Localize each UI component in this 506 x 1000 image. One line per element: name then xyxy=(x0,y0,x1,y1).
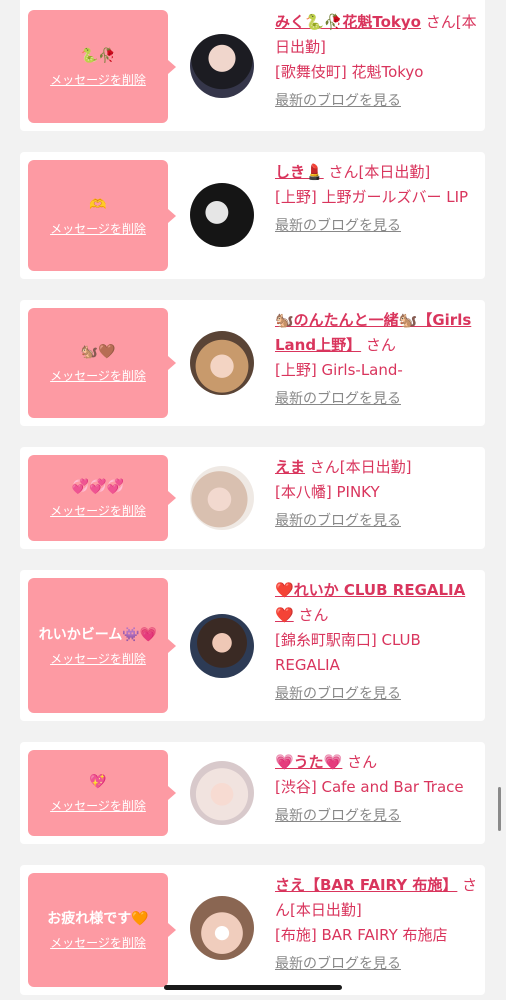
latest-blog-link[interactable]: 最新のブログを見る xyxy=(275,389,480,409)
delete-message-link[interactable]: メッセージを削除 xyxy=(50,651,146,667)
message-text: 🐿️🤎 xyxy=(80,344,116,360)
message-bubble: 💖 メッセージを削除 xyxy=(28,750,176,836)
message-text: 💖 xyxy=(89,774,107,790)
cast-name-link[interactable]: みく🐍🥀花魁Tokyo xyxy=(275,13,421,31)
cast-name-link[interactable]: 💗うた💗 xyxy=(275,753,342,771)
message-card: 💞💞💞 メッセージを削除 えま さん[本日出勤] [本八幡] PINKY 最新の… xyxy=(20,447,485,549)
cast-name-link[interactable]: しき💄 xyxy=(275,163,324,181)
avatar[interactable] xyxy=(190,466,254,530)
message-text: 💞💞💞 xyxy=(71,479,125,495)
message-card: 🐍🥀 メッセージを削除 みく🐍🥀花魁Tokyo さん[本日出勤] [歌舞伎町] … xyxy=(20,0,485,131)
latest-blog-link[interactable]: 最新のブログを見る xyxy=(275,954,480,974)
latest-blog-link[interactable]: 最新のブログを見る xyxy=(275,511,480,531)
message-bubble: れいかビーム👾💗 メッセージを削除 xyxy=(28,578,176,713)
avatar[interactable] xyxy=(190,761,254,825)
latest-blog-link[interactable]: 最新のブログを見る xyxy=(275,684,480,704)
message-text: 🐍🥀 xyxy=(80,47,116,64)
message-bubble: 🐍🥀 メッセージを削除 xyxy=(28,10,176,123)
shop-name: [渋谷] Cafe and Bar Trace xyxy=(275,778,464,796)
message-text: れいかビーム👾💗 xyxy=(38,626,158,643)
shop-name: [上野] Girls-Land- xyxy=(275,361,403,379)
avatar[interactable] xyxy=(190,331,254,395)
message-card: れいかビーム👾💗 メッセージを削除 ❤️れいか CLUB REGALIA❤️ さ… xyxy=(20,570,485,721)
cast-status: さん[本日出勤] xyxy=(328,163,431,181)
cast-status: さん[本日出勤] xyxy=(309,458,412,476)
shop-name: [本八幡] PINKY xyxy=(275,483,380,501)
cast-status: さん xyxy=(365,336,396,354)
scrollbar[interactable] xyxy=(498,787,501,831)
delete-message-link[interactable]: メッセージを削除 xyxy=(50,72,146,88)
message-bubble: 💞💞💞 メッセージを削除 xyxy=(28,455,176,541)
latest-blog-link[interactable]: 最新のブログを見る xyxy=(275,91,480,111)
message-bubble: 🐿️🤎 メッセージを削除 xyxy=(28,308,176,418)
message-text: お疲れ様です🧡 xyxy=(47,911,149,927)
message-card: 💖 メッセージを削除 💗うた💗 さん [渋谷] Cafe and Bar Tra… xyxy=(20,742,485,844)
avatar[interactable] xyxy=(190,614,254,678)
message-card: 🫶 メッセージを削除 しき💄 さん[本日出勤] [上野] 上野ガールズバー LI… xyxy=(20,152,485,279)
shop-name: [布施] BAR FAIRY 布施店 xyxy=(275,926,448,944)
message-text: 🫶 xyxy=(89,196,107,213)
shop-name: [錦糸町駅南口] CLUB REGALIA xyxy=(275,631,421,674)
delete-message-link[interactable]: メッセージを削除 xyxy=(50,798,146,814)
avatar[interactable] xyxy=(190,183,254,247)
message-card: 🐿️🤎 メッセージを削除 🐿️のんたんと一緒🐿️【Girls Land上野】 さ… xyxy=(20,300,485,426)
shop-name: [歌舞伎町] 花魁Tokyo xyxy=(275,63,424,81)
cast-name-link[interactable]: えま xyxy=(275,458,305,476)
cast-status: さん xyxy=(347,753,378,771)
delete-message-link[interactable]: メッセージを削除 xyxy=(50,503,146,519)
avatar[interactable] xyxy=(190,896,254,960)
avatar[interactable] xyxy=(190,34,254,98)
shop-name: [上野] 上野ガールズバー LIP xyxy=(275,188,469,206)
message-card: お疲れ様です🧡 メッセージを削除 さえ【BAR FAIRY 布施】 さん[本日出… xyxy=(20,865,485,995)
home-indicator xyxy=(164,985,342,990)
message-bubble: お疲れ様です🧡 メッセージを削除 xyxy=(28,873,176,987)
delete-message-link[interactable]: メッセージを削除 xyxy=(50,368,146,384)
cast-status: さん xyxy=(298,606,329,624)
latest-blog-link[interactable]: 最新のブログを見る xyxy=(275,216,480,236)
delete-message-link[interactable]: メッセージを削除 xyxy=(50,935,146,951)
delete-message-link[interactable]: メッセージを削除 xyxy=(50,221,146,237)
cast-name-link[interactable]: さえ【BAR FAIRY 布施】 xyxy=(275,876,457,894)
latest-blog-link[interactable]: 最新のブログを見る xyxy=(275,806,480,826)
message-bubble: 🫶 メッセージを削除 xyxy=(28,160,176,271)
